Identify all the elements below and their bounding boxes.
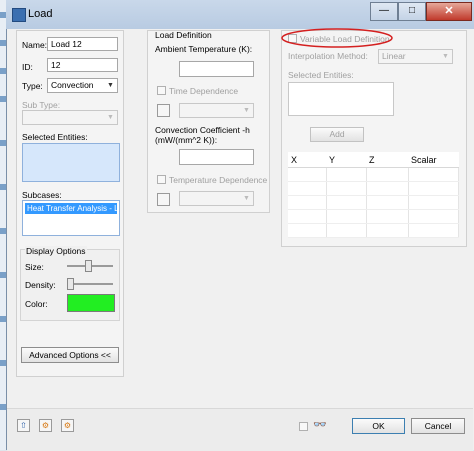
settings-icon[interactable]: ⚙ (61, 419, 74, 432)
variable-load-table: X Y Z Scalar (288, 152, 459, 238)
cancel-button[interactable]: Cancel (411, 418, 465, 434)
selected-entities-box[interactable] (22, 143, 120, 182)
chevron-down-icon: ▼ (107, 82, 114, 89)
column-header-z: Z (366, 152, 408, 168)
table-row[interactable] (288, 195, 459, 210)
density-slider[interactable] (67, 278, 113, 290)
subcases-list[interactable]: Heat Transfer Analysis - Lin (22, 200, 120, 236)
chevron-down-icon: ▼ (243, 107, 250, 114)
ambient-temperature-label: Ambient Temperature (K): (155, 44, 253, 54)
table-row[interactable] (288, 209, 459, 224)
subcases-label: Subcases: (22, 190, 62, 200)
chevron-down-icon: ▼ (243, 195, 250, 202)
time-dependence-select[interactable]: ▼ (179, 103, 254, 118)
color-swatch[interactable] (67, 294, 115, 312)
color-label: Color: (25, 299, 48, 309)
column-header-x: X (288, 152, 326, 168)
gear-icon[interactable]: ⚙ (39, 419, 52, 432)
highlight-circle (281, 28, 393, 48)
add-button[interactable]: Add (310, 127, 364, 142)
chevron-down-icon: ▼ (442, 53, 449, 60)
advanced-options-button[interactable]: Advanced Options << (21, 347, 119, 363)
load-definition-panel (147, 30, 270, 213)
column-header-scalar: Scalar (408, 152, 459, 168)
type-label: Type: (22, 81, 43, 91)
type-select[interactable]: Convection ▼ (47, 78, 118, 93)
interpolation-method-select[interactable]: Linear ▼ (378, 49, 453, 64)
table-row[interactable] (288, 181, 459, 196)
table-row[interactable] (288, 223, 459, 238)
temperature-dependence-label: Temperature Dependence (169, 175, 268, 185)
display-options-title: Display Options (25, 246, 87, 256)
maximize-button[interactable]: □ (398, 2, 426, 21)
name-input[interactable]: Load 12 (47, 37, 118, 51)
subtype-label: Sub Type: (22, 100, 61, 110)
ambient-temperature-input[interactable] (179, 61, 254, 77)
size-slider-thumb[interactable] (84, 260, 92, 272)
variable-selected-entities-label: Selected Entities: (288, 70, 354, 80)
chevron-down-icon: ▼ (107, 114, 114, 121)
collapse-icon[interactable]: ⇧ (17, 419, 30, 432)
convection-coefficient-units: (mW/(mm^2 K)): (155, 135, 218, 145)
app-icon (12, 8, 26, 22)
temperature-dependence-select[interactable]: ▼ (179, 191, 254, 206)
size-label: Size: (25, 262, 44, 272)
column-header-y: Y (326, 152, 366, 168)
preview-checkbox[interactable] (299, 422, 308, 431)
density-slider-thumb[interactable] (67, 278, 74, 290)
convection-coefficient-input[interactable] (179, 149, 254, 165)
variable-selected-entities-box[interactable] (288, 82, 394, 116)
glasses-icon[interactable]: 👓 (313, 420, 327, 431)
id-label: ID: (22, 62, 33, 72)
density-label: Density: (25, 280, 56, 290)
time-dependence-label: Time Dependence (169, 86, 239, 96)
subtype-select[interactable]: ▼ (22, 110, 118, 125)
interpolation-method-value: Linear (382, 51, 406, 61)
temperature-dependence-checkbox[interactable] (157, 175, 166, 184)
interpolation-method-label: Interpolation Method: (288, 51, 368, 61)
name-label: Name: (22, 40, 48, 50)
minimize-button[interactable]: — (370, 2, 398, 21)
subcase-item[interactable]: Heat Transfer Analysis - Lin (25, 203, 117, 214)
ok-button[interactable]: OK (352, 418, 405, 434)
id-input[interactable]: 12 (47, 58, 118, 72)
window-title: Load (28, 8, 53, 20)
selected-entities-label: Selected Entities: (22, 132, 88, 142)
close-button[interactable]: ✕ (426, 2, 472, 21)
convection-coefficient-label: Convection Coefficient -h (155, 125, 250, 135)
table-row[interactable] (288, 167, 459, 182)
time-dependence-checkbox[interactable] (157, 86, 166, 95)
load-definition-title: Load Definition (155, 30, 212, 40)
size-slider[interactable] (67, 260, 113, 272)
table-icon[interactable] (157, 193, 170, 206)
table-icon[interactable] (157, 104, 170, 117)
type-select-value: Convection (51, 80, 94, 90)
